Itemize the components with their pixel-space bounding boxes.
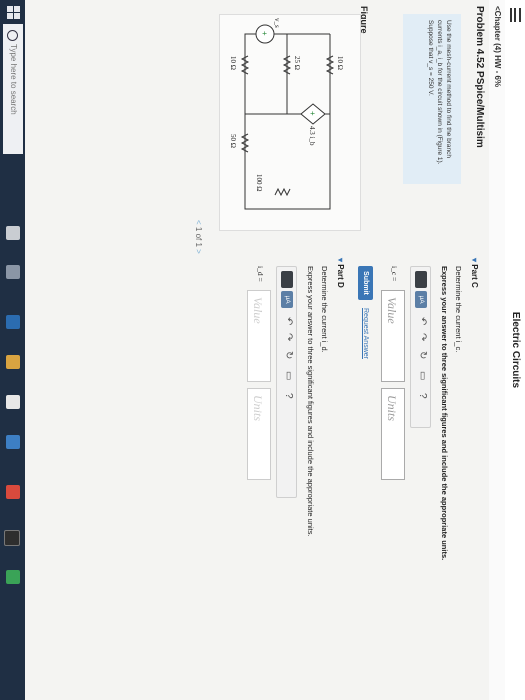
part-c-prompt: Determine the current i_c. [454,266,463,353]
chapter-bar [489,0,505,700]
part-d-value-input[interactable]: Value [247,290,271,382]
mail-icon[interactable] [6,435,20,449]
circuit-diagram: 10 Ω 25 Ω 10 Ω 50 Ω 100 Ω 4.3 i_b v_s + … [229,18,344,210]
undo-icon[interactable]: ↶ [283,317,294,325]
reset-icon[interactable]: ↻ [417,351,428,359]
svg-text:+: + [308,111,317,116]
part-c-request-answer-link[interactable]: Request Answer [362,308,369,359]
units-button[interactable]: μA [415,291,427,308]
prev-figure-icon[interactable]: < [194,220,203,225]
store-icon[interactable] [6,395,20,409]
r2-label: 25 Ω [293,56,301,70]
part-d-title-text: Part D [336,264,345,288]
templates-icon[interactable] [281,271,293,288]
microphone-icon[interactable] [6,226,20,240]
units-button[interactable]: μA [281,291,293,308]
part-d-instructions: Express your answer to three significant… [306,266,315,537]
edge-browser-icon[interactable] [6,315,20,329]
cortana-icon [7,30,18,41]
course-title: Electric Circuits [510,311,521,389]
r5-label: 100 Ω [255,174,263,191]
pager-text: 1 of 1 [194,226,203,247]
task-view-icon[interactable] [6,265,20,279]
part-c-title-text: Part C [470,264,479,288]
dep-source-label: 4.3 i_b [308,126,316,146]
help-icon[interactable]: ? [283,393,294,399]
r4-label: 50 Ω [229,134,237,148]
browser-screen: Electric Circuits <Chapter (4) HW - 6% P… [0,0,525,700]
taskbar-search-placeholder: Type here to search [9,44,18,115]
part-d-units-input[interactable]: Units [247,388,271,480]
undo-icon[interactable]: ↶ [417,317,428,325]
windows-start-icon[interactable] [7,6,20,19]
part-d-title[interactable]: ▾ Part D [336,258,345,288]
file-explorer-icon[interactable] [6,355,20,369]
keyboard-icon[interactable]: ▭ [283,371,294,380]
templates-icon[interactable] [415,271,427,288]
part-d-toolbar: μA ↶ ↷ ↻ ▭ ? [276,266,297,498]
part-c-var-label: i_c = [390,266,399,282]
source-label: v_s [273,18,281,28]
spotify-icon[interactable] [6,570,20,584]
part-c-toolbar: μA ↶ ↷ ↻ ▭ ? [410,266,431,428]
problem-statement: Use the mesh-current method to find the … [427,20,452,165]
redo-icon[interactable]: ↷ [283,333,294,341]
next-figure-icon[interactable]: > [194,249,203,254]
part-c-instructions: Express your answer to three significant… [440,266,449,561]
part-c-submit-button[interactable]: Submit [358,266,373,300]
r3-label: 10 Ω [229,56,237,70]
part-c-units-input[interactable]: Units [381,388,405,480]
chapter-link[interactable]: <Chapter (4) HW - 6% [493,6,502,87]
app-icon[interactable] [6,485,20,499]
svg-text:+: + [260,31,269,36]
keyboard-icon[interactable]: ▭ [417,371,428,380]
amazon-icon[interactable] [4,530,20,546]
redo-icon[interactable]: ↷ [417,333,428,341]
part-d-prompt: Determine the current i_d. [320,266,329,353]
help-icon[interactable]: ? [417,393,428,399]
part-c-value-input[interactable]: Value [381,290,405,382]
reset-icon[interactable]: ↻ [283,351,294,359]
r1-label: 10 Ω [336,56,344,70]
figure-pager: < 1 of 1 > [194,220,203,254]
problem-title: Problem 4.52 PSpice/Multisim [474,6,485,148]
part-c-title[interactable]: ▾ Part C [470,258,479,288]
part-d-var-label: i_d = [256,266,265,282]
